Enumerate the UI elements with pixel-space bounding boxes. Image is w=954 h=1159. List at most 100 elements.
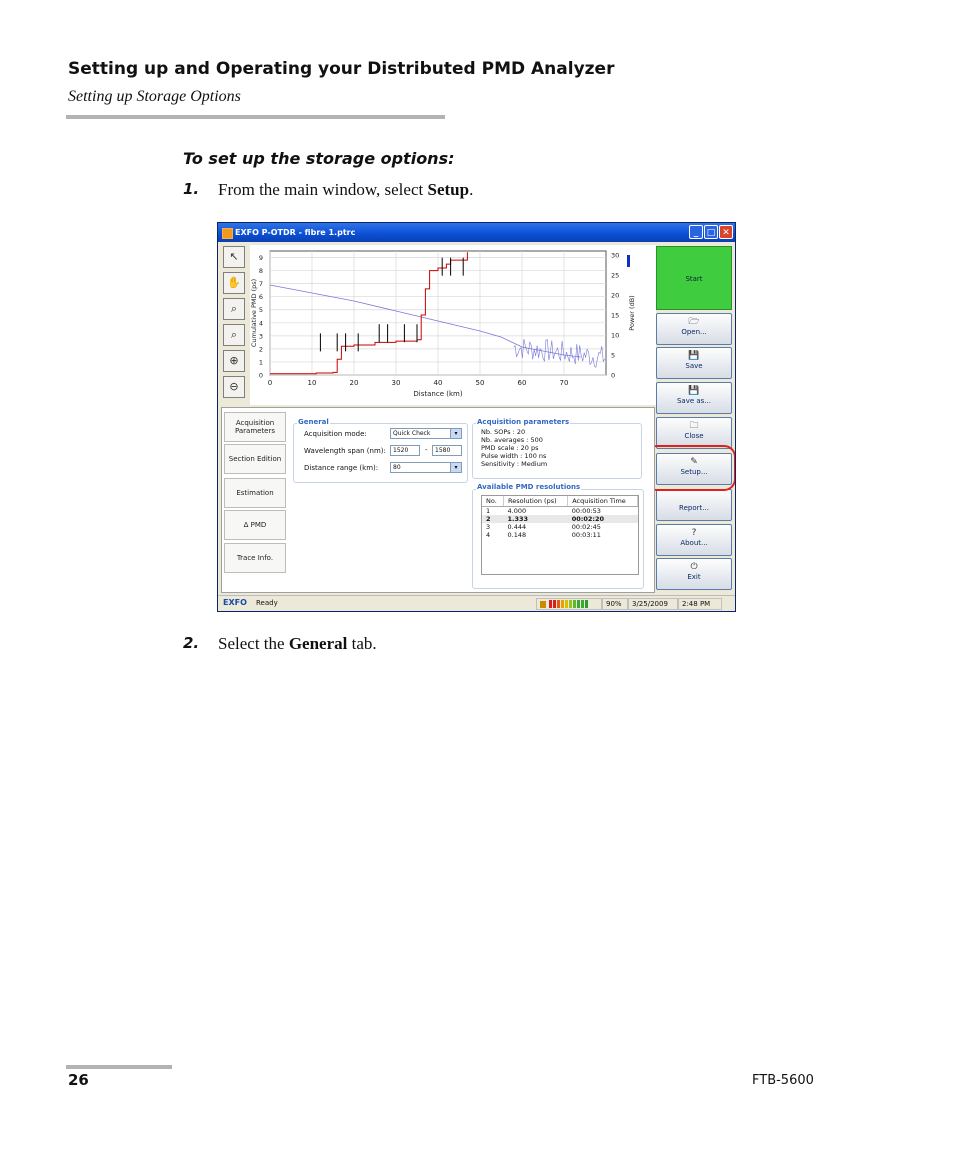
battery-bar	[585, 600, 589, 608]
save-as-button[interactable]: 💾 Save as...	[656, 382, 732, 414]
y2-tick-label: 10	[611, 332, 619, 340]
button-label: Report...	[679, 504, 709, 512]
button-label: Open...	[681, 328, 707, 336]
resolutions-table-box: No. Resolution (ps) Acquisition Time 1 4…	[481, 495, 639, 575]
pointer-icon[interactable]: ↖	[223, 246, 245, 268]
button-label: Save as...	[676, 397, 712, 405]
tab-delta-pmd[interactable]: Δ PMD	[224, 510, 286, 540]
x-tick-label: 40	[434, 379, 443, 387]
x-tick-label: 10	[308, 379, 317, 387]
y-tick-label: 8	[259, 267, 263, 275]
open-icon: 🗁	[688, 317, 700, 327]
wavelength-separator: -	[425, 446, 428, 454]
table-row[interactable]: 4 0.148 00:03:11	[482, 531, 638, 539]
wavelength-span-label: Wavelength span (nm):	[304, 447, 386, 455]
x-tick-label: 70	[560, 379, 569, 387]
close-window-button[interactable]: ✕	[719, 225, 733, 239]
app-window-screenshot: EXFO P-OTDR - fibre 1.ptrc _ □ ✕ ↖ ✋ ⌕ ⌕…	[217, 222, 736, 612]
x-axis-label: Distance (km)	[413, 390, 462, 398]
y2-tick-label: 15	[611, 312, 619, 320]
battery-icon	[540, 600, 546, 608]
pmd-chart: 0 10 20 30 40 50 60 70 0 1 2 3 4 5 6 7 8 9 0 5 10 15 20 25 30 Dis…	[250, 250, 636, 398]
settings-panel: Acquisition Parameters Section Edition E…	[221, 407, 655, 593]
wavelength-max-input[interactable]: 1580	[432, 445, 462, 456]
param-line: Sensitivity : Medium	[481, 460, 548, 468]
general-group-title: General	[297, 418, 330, 426]
save-as-icon: 💾	[688, 386, 700, 396]
param-line: Pulse width : 100 ns	[481, 452, 547, 460]
window-titlebar: EXFO P-OTDR - fibre 1.ptrc _ □ ✕	[218, 223, 735, 242]
pmd-resolutions-title: Available PMD resolutions	[476, 483, 582, 491]
wavelength-min-input[interactable]: 1520	[390, 445, 420, 456]
param-line: Nb. SOPs : 20	[481, 428, 526, 436]
side-button-column: Start 🗁 Open... 💾 Save 💾 Save as... 🗀 Close ✎ Setu…	[656, 243, 735, 593]
y2-tick-label: 20	[611, 292, 619, 300]
running-header-subtitle: Setting up Storage Options	[68, 88, 241, 105]
acquisition-mode-select[interactable]: Quick Check ▾	[390, 428, 462, 439]
y-tick-label: 3	[259, 332, 263, 340]
about-button[interactable]: ? About...	[656, 524, 732, 556]
status-bar: EXFO Ready 90% 3/25/2009 2:48 PM	[218, 595, 735, 611]
step-text: From the main window, select Setup.	[218, 180, 474, 199]
param-line: PMD scale : 20 ps	[481, 444, 539, 452]
zoom-out-icon[interactable]: ⊖	[223, 376, 245, 398]
y2-tick-label: 30	[611, 252, 619, 260]
y-tick-label: 2	[259, 345, 263, 353]
acquisition-parameters-title: Acquisition parameters	[476, 418, 571, 426]
table-row[interactable]: 1 4.000 00:00:53	[482, 507, 638, 516]
distance-range-select[interactable]: 80 ▾	[390, 462, 462, 473]
x-tick-label: 20	[350, 379, 359, 387]
about-icon: ?	[691, 528, 697, 538]
status-date: 3/25/2009	[628, 598, 678, 610]
tab-acquisition-parameters[interactable]: Acquisition Parameters	[224, 412, 286, 442]
open-button[interactable]: 🗁 Open...	[656, 313, 732, 345]
status-text: Ready	[256, 599, 278, 607]
battery-indicator	[536, 598, 602, 610]
y2-axis-label: Power (dB)	[628, 295, 636, 330]
product-model: FTB-5600	[752, 1073, 814, 1088]
y-tick-label: 9	[259, 254, 263, 262]
battery-bar	[553, 600, 557, 608]
y-tick-label: 6	[259, 293, 263, 301]
page-number: 26	[68, 1071, 89, 1089]
exit-button[interactable]: ⏻ Exit	[656, 558, 732, 590]
zoom-area-icon[interactable]: ⌕	[223, 298, 245, 320]
y-tick-label: 1	[259, 358, 263, 366]
param-line: Nb. averages : 500	[481, 436, 543, 444]
close-file-icon: 🗀	[689, 421, 699, 431]
table-row-selected[interactable]: 2 1.333 00:02:20	[482, 515, 638, 523]
app-logo-icon	[222, 228, 233, 239]
battery-bar	[577, 600, 581, 608]
y2-tick-label: 25	[611, 272, 619, 280]
battery-bar	[549, 600, 553, 608]
save-button[interactable]: 💾 Save	[656, 347, 732, 379]
minimize-button[interactable]: _	[689, 225, 703, 239]
pmd-chart-area[interactable]: 0 10 20 30 40 50 60 70 0 1 2 3 4 5 6 7 8 9 0 5 10 15 20 25 30 Dis…	[250, 245, 656, 405]
table-row[interactable]: 3 0.444 00:02:45	[482, 523, 638, 531]
col-header: Acquisition Time	[567, 496, 638, 507]
y-tick-label: 5	[259, 306, 263, 314]
zoom-in-icon[interactable]: ⊕	[223, 350, 245, 372]
y-tick-label: 7	[259, 280, 263, 288]
start-button[interactable]: Start	[656, 246, 732, 310]
y-axis-label: Cumulative PMD (ps)	[250, 279, 258, 347]
chevron-down-icon: ▾	[450, 429, 461, 438]
tab-section-edition[interactable]: Section Edition	[224, 444, 286, 474]
button-label: About...	[680, 539, 708, 547]
distance-range-label: Distance range (km):	[304, 464, 379, 472]
x-tick-label: 0	[268, 379, 272, 387]
running-header-title: Setting up and Operating your Distribute…	[68, 59, 615, 79]
step-text: Select the General tab.	[218, 634, 377, 653]
maximize-button[interactable]: □	[704, 225, 718, 239]
footer-rule	[66, 1065, 172, 1069]
tab-estimation[interactable]: Estimation	[224, 478, 286, 508]
zoom-fit-icon[interactable]: ⌕	[223, 324, 245, 346]
battery-bar	[581, 600, 585, 608]
battery-level-bars	[548, 600, 589, 608]
pan-hand-icon[interactable]: ✋	[223, 272, 245, 294]
exfo-logo: EXFO	[223, 598, 247, 607]
x-tick-label: 50	[476, 379, 485, 387]
step-number: 1.	[183, 180, 200, 198]
tab-trace-info[interactable]: Trace Info.	[224, 543, 286, 573]
report-button[interactable]: Report...	[656, 489, 732, 521]
